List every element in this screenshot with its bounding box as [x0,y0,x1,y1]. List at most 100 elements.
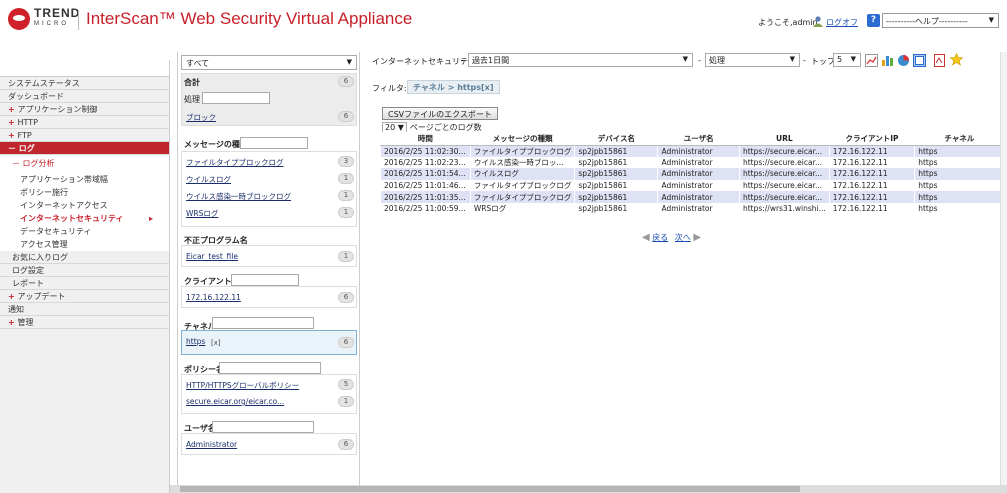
main-content: インターネットセキュリティ - 過去1日間 ▼ - 処理 ▼ - トップ 5 ▼ フィ… [372,52,1004,492]
table-row[interactable]: 2016/2/25 11:02:30... ファイルタイプブロックログ sp2jpb… [380,145,1004,157]
sidebar-item[interactable]: ダッシュボード [0,90,169,103]
sidebar-item[interactable]: インターネットアクセス [0,199,169,212]
sidebar-item[interactable]: データセキュリティ [0,225,169,238]
table-cell: Administrator [657,168,740,180]
sidebar-item[interactable]: レポート [0,277,169,290]
period-select[interactable]: 過去1日間 ▼ [468,53,693,67]
table-cell: sp2jpb15861 [574,202,658,215]
table-row[interactable]: 2016/2/25 11:00:59... WRSログ sp2jpb15861 Adm… [380,202,1004,215]
msgtype-item-link[interactable]: ウイルスログ [186,174,231,185]
policy-item-link[interactable]: secure.eicar.org/eicar.co... [186,397,284,406]
sidebar-item[interactable]: アプリケーション帯域幅 [0,173,169,186]
table-row[interactable]: 2016/2/25 11:01:46... ファイルタイプブロックログ sp2jpb… [380,179,1004,192]
table-view-icon[interactable] [913,54,926,67]
prev-arrow-icon[interactable]: ◀ [642,232,650,243]
column-header[interactable]: デバイス名 [574,132,658,146]
sidebar-item[interactable]: アップデート [0,290,169,303]
sidebar-item[interactable]: お気に入りログ [0,251,169,264]
scope-select[interactable]: すべて ▼ [181,55,357,70]
next-arrow-icon[interactable]: ▶ [693,232,701,243]
line-chart-icon[interactable] [865,54,878,67]
table-cell: 172.16.122.11 [828,179,915,192]
table-cell: 2016/2/25 11:01:46... [380,179,471,192]
client-item-link[interactable]: 172.16.122.11 [186,293,241,302]
column-header[interactable]: 時間 [380,132,471,146]
action-dash: - [698,56,701,65]
sidebar-item[interactable]: インターネットセキュリティ [0,212,169,225]
table-cell: sp2jpb15861 [574,179,658,192]
top-select[interactable]: 5 ▼ [833,53,861,67]
table-cell: https://secure.eicar... [738,156,830,169]
help-icon[interactable]: ? [867,14,880,27]
column-header[interactable]: URL [739,132,830,146]
pager-prev-link[interactable]: 戻る [652,233,668,242]
action-select[interactable]: 処理 ▼ [705,53,800,67]
horizontal-scrollbar[interactable] [170,485,1007,493]
chevron-down-icon: ▼ [988,16,994,24]
msgtype-filter-input[interactable] [240,137,308,149]
table-row[interactable]: 2016/2/25 11:01:35... ファイルタイプブロックログ sp2jpb… [380,191,1004,203]
sidebar-item[interactable]: ログ [0,142,169,155]
sidebar-item[interactable]: アプリケーション制御 [0,103,169,116]
column-header[interactable]: メッセージの種類 [470,132,575,146]
help-select[interactable]: ----------ヘルプ---------- ▼ [882,13,999,28]
msgtype-item-link[interactable]: WRSログ [186,208,218,219]
sidebar-item[interactable]: システムステータス [0,77,169,90]
sidebar-item[interactable]: 通知 [0,303,169,316]
sidebar-item[interactable]: ログ分析 [0,155,169,173]
channel-filter-input[interactable] [212,317,314,329]
chevron-down-icon: ▼ [850,55,856,63]
sidebar-item[interactable]: アクセス管理 [0,238,169,251]
action-item-link[interactable]: ブロック [186,112,216,123]
pdf-export-icon[interactable] [933,54,946,67]
table-cell: https://secure.eicar... [738,145,830,157]
client-count: 6 [338,292,354,303]
filter-label: フィルタ: [372,84,407,93]
malware-item-link[interactable]: Eicar_test_file [186,252,238,261]
sidebar-item[interactable]: ログ設定 [0,264,169,277]
table-cell: sp2jpb15861 [574,145,658,157]
left-navigation: システムステータスダッシュボードアプリケーション制御HTTPFTPログログ分析ア… [0,60,170,493]
channel-remove-link[interactable]: [x] [211,339,221,347]
filter-tag-channel[interactable]: チャネル > https[x] [407,80,500,94]
total-count: 6 [338,76,354,87]
sidebar-item[interactable]: 管理 [0,316,169,329]
pie-chart-icon[interactable] [897,54,910,67]
nav-top-spacer [0,60,169,77]
table-row[interactable]: 2016/2/25 11:02:23... ウイルス感染一時ブロッ... sp2jp… [380,156,1004,169]
favorite-star-icon[interactable] [950,53,963,66]
table-cell: Administrator [657,202,740,215]
column-header[interactable]: チャネル [914,132,1004,146]
user-item-link[interactable]: Administrator [186,440,237,449]
table-cell: 2016/2/25 11:02:23... [380,156,471,169]
column-header[interactable]: クライアントIP [829,132,915,146]
user-filter-input[interactable] [212,421,314,433]
policy-filter-input[interactable] [219,362,321,374]
csv-export-button[interactable]: CSVファイルのエクスポート [382,107,498,120]
scrollbar-thumb[interactable] [180,486,800,492]
table-row[interactable]: 2016/2/25 11:01:54... ウイルスログ sp2jpb15861 Ad… [380,168,1004,180]
msgtype-label: メッセージの種類 [184,140,248,149]
sidebar-item[interactable]: HTTP [0,116,169,129]
action-filter-input[interactable] [202,92,270,104]
logout-link[interactable]: ログオフ [826,17,858,28]
msgtype-item-link[interactable]: ウイルス感染一時ブロックログ [186,191,291,202]
table-cell: https [914,168,1004,180]
column-header[interactable]: ユーザ名 [657,132,740,146]
app-title: InterScan™ Web Security Virtual Applianc… [86,9,413,28]
msgtype-item-link[interactable]: ファイルタイプブロックログ [186,157,284,168]
channel-count: 6 [338,337,354,348]
client-filter-input[interactable] [231,274,299,286]
sidebar-item[interactable]: FTP [0,129,169,142]
sidebar-item[interactable]: ポリシー施行 [0,186,169,199]
bar-chart-icon[interactable] [881,54,894,67]
policy-item-link[interactable]: HTTP/HTTPSグローバルポリシー [186,380,299,391]
pager-next-link[interactable]: 次へ [675,233,691,242]
msgtype-count: 1 [338,207,354,218]
vertical-scrollbar[interactable] [1000,52,1007,485]
table-cell: WRSログ [469,202,575,215]
welcome-text: ようこそ,admin [758,18,818,27]
msgtype-count: 3 [338,156,354,167]
table-cell: 2016/2/25 11:01:35... [380,191,471,203]
channel-item-link[interactable]: https [186,337,205,346]
